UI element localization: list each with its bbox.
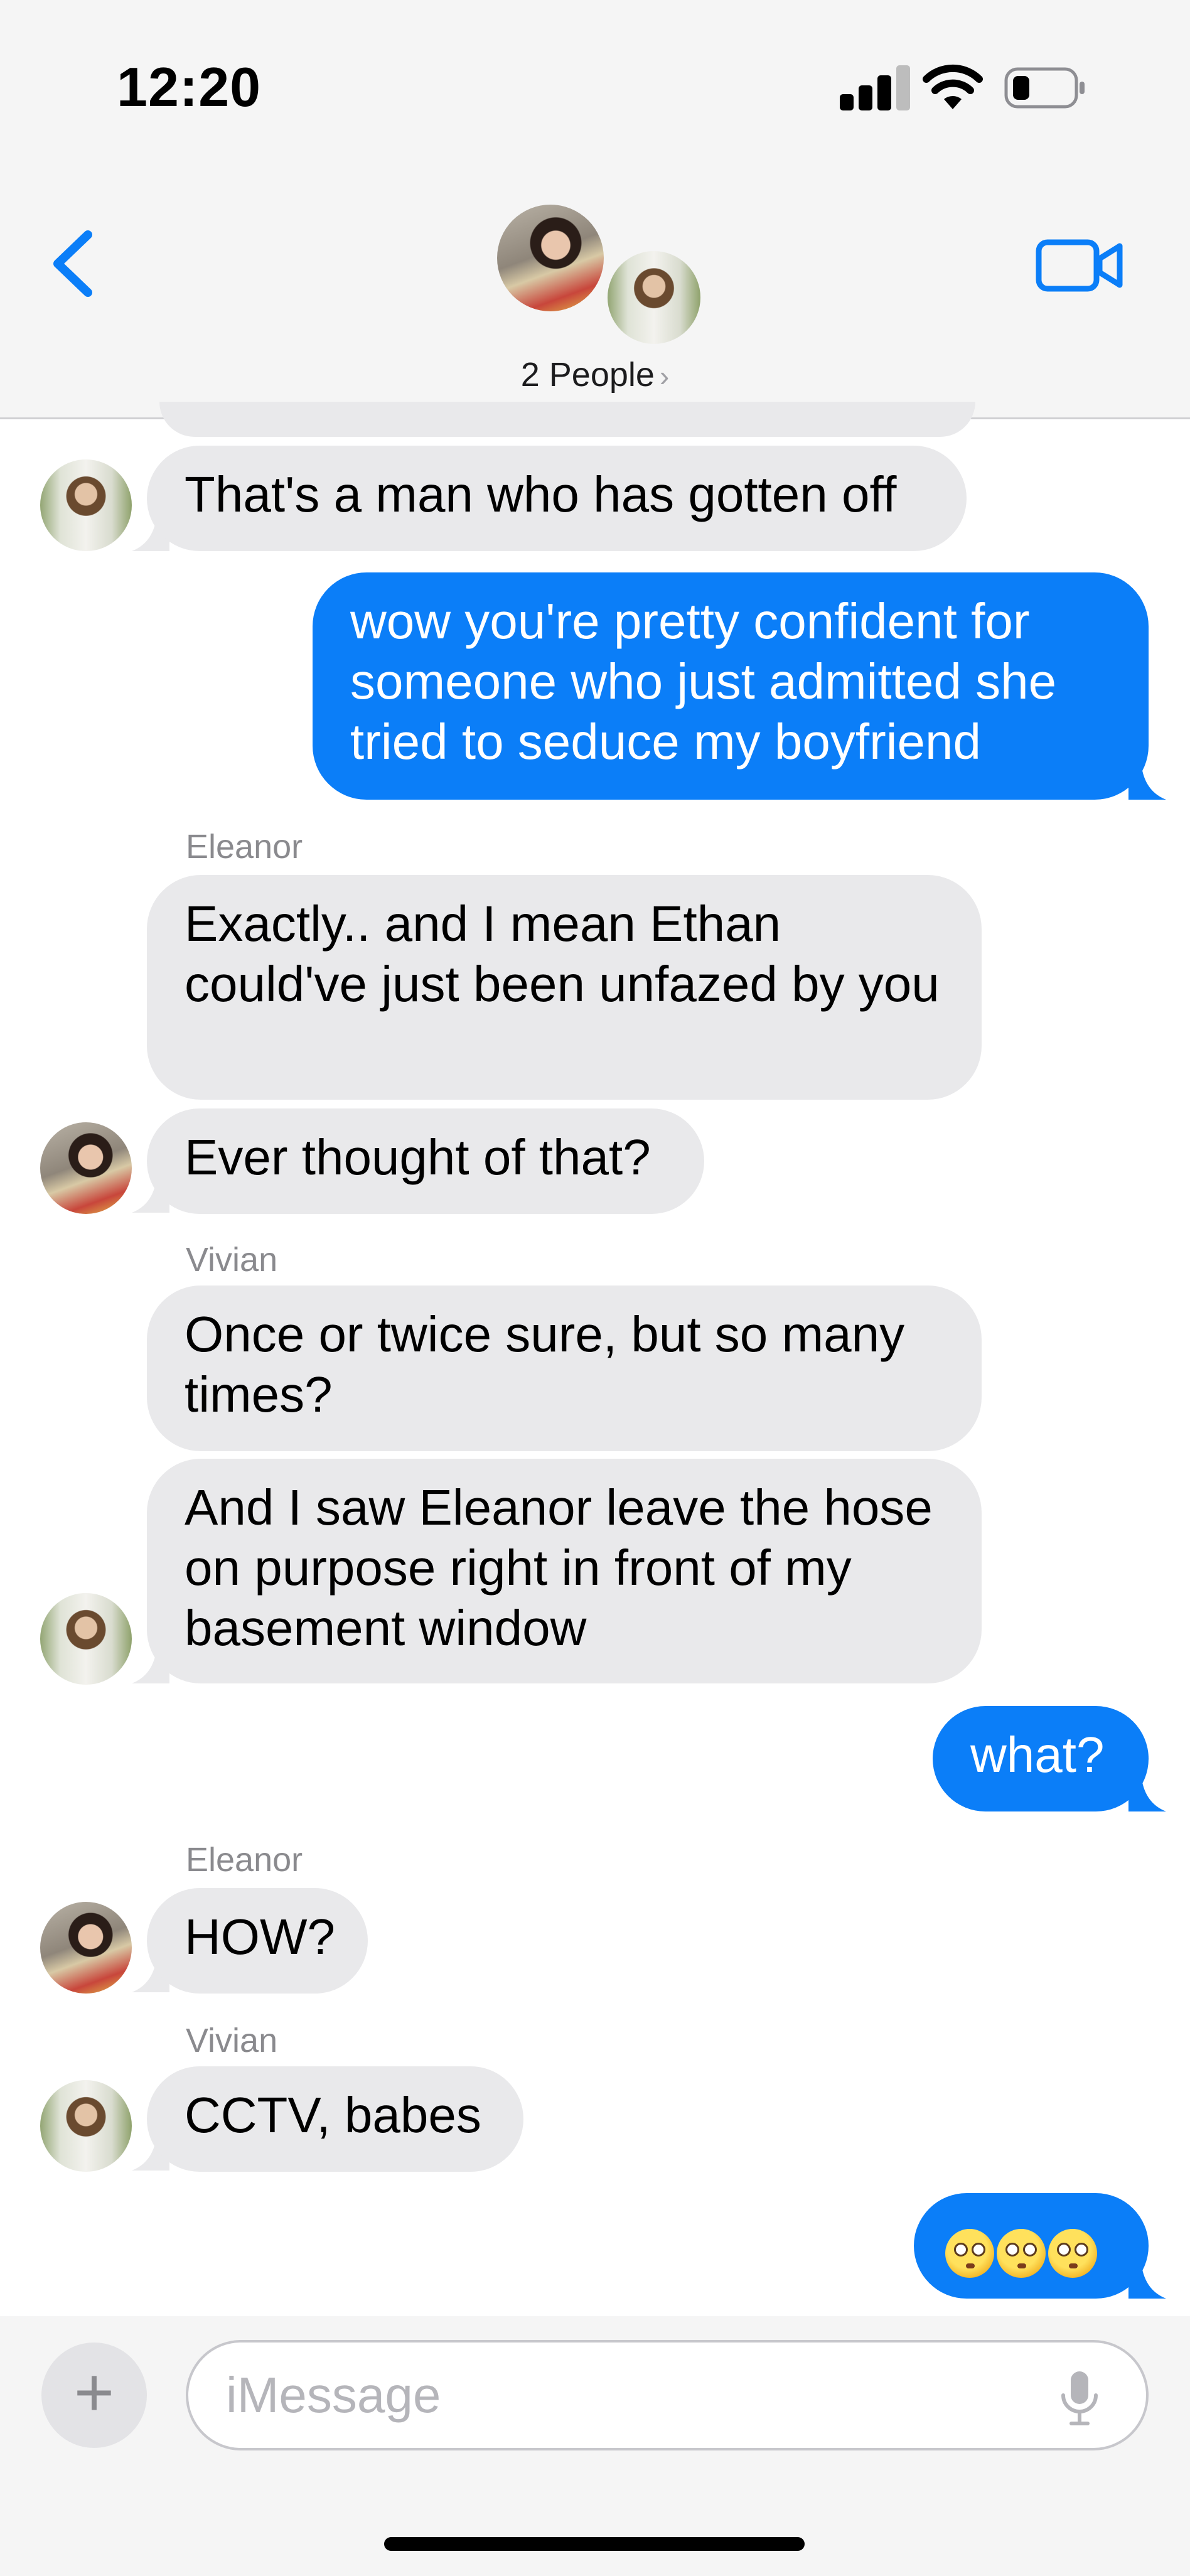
message-text: wow you're pretty confident for someone … (350, 593, 1057, 770)
message-bubble-outgoing[interactable]: what? (933, 1706, 1149, 1811)
battery-icon (1004, 67, 1085, 109)
video-camera-icon[interactable] (1036, 237, 1123, 294)
message-bubble-incoming[interactable]: HOW? (147, 1888, 368, 1994)
sender-name: Eleanor (186, 1841, 303, 1879)
message-text: CCTV, babes (185, 2087, 481, 2143)
message-bubble-incoming[interactable]: That's a man who has gotten off (147, 446, 967, 551)
avatar-eleanor (497, 205, 604, 311)
message-bubble-incoming[interactable]: Ever thought of that? (147, 1108, 704, 1214)
back-chevron-icon[interactable] (44, 226, 100, 301)
avatar-vivian (40, 1593, 132, 1685)
message-bubble-incoming[interactable]: Once or twice sure, but so many times? (147, 1285, 982, 1451)
message-composer: + (0, 2316, 1190, 2576)
flushed-face-emoji (945, 2228, 994, 2278)
imessage-field[interactable] (186, 2340, 1149, 2450)
message-bubble-incoming[interactable]: Exactly.. and I mean Ethan could've just… (147, 875, 982, 1100)
bubble-tail (1128, 1774, 1166, 1811)
people-count-link[interactable]: 2 People › (0, 355, 1190, 394)
avatar-eleanor (40, 1902, 132, 1994)
message-text: what? (970, 1727, 1105, 1783)
avatar-eleanor (40, 1122, 132, 1214)
wifi-icon (923, 64, 983, 109)
people-label: 2 People (520, 356, 655, 394)
message-bubble-incoming[interactable]: CCTV, babes (147, 2066, 523, 2172)
home-indicator (384, 2537, 805, 2551)
message-bubble-incoming[interactable]: And I saw Eleanor leave the hose on purp… (147, 1459, 982, 1683)
sender-name: Vivian (186, 1241, 278, 1279)
message-text: Ever thought of that? (185, 1129, 651, 1185)
conversation-header: 12:20 2 People › (0, 0, 1190, 419)
previous-message-fragment (159, 402, 975, 437)
message-text: Exactly.. and I mean Ethan could've just… (185, 896, 940, 1012)
group-avatars[interactable] (497, 205, 703, 346)
status-time: 12:20 (117, 56, 262, 118)
signal-icon (840, 65, 910, 110)
message-bubble-outgoing[interactable]: wow you're pretty confident for someone … (313, 572, 1149, 800)
bubble-tail (1128, 762, 1166, 800)
message-text: HOW? (185, 1909, 335, 1965)
avatar-vivian (40, 2080, 132, 2172)
avatar-vivian (605, 249, 703, 346)
message-text: Once or twice sure, but so many times? (185, 1306, 905, 1422)
message-text: That's a man who has gotten off (185, 466, 897, 522)
plus-icon[interactable]: + (41, 2343, 147, 2448)
sender-name: Vivian (186, 2022, 278, 2059)
message-text: And I saw Eleanor leave the hose on purp… (185, 1479, 933, 1656)
microphone-icon[interactable] (1054, 2368, 1105, 2430)
message-input[interactable] (225, 2360, 1043, 2430)
message-bubble-outgoing[interactable]: 😳😳😳 (914, 2193, 1149, 2299)
flushed-face-emoji (1048, 2228, 1097, 2278)
bubble-tail (1128, 2261, 1166, 2299)
sender-name: Eleanor (186, 828, 303, 866)
flushed-face-emoji (997, 2228, 1046, 2278)
chevron-right-icon: › (659, 360, 670, 392)
avatar-vivian (40, 459, 132, 551)
